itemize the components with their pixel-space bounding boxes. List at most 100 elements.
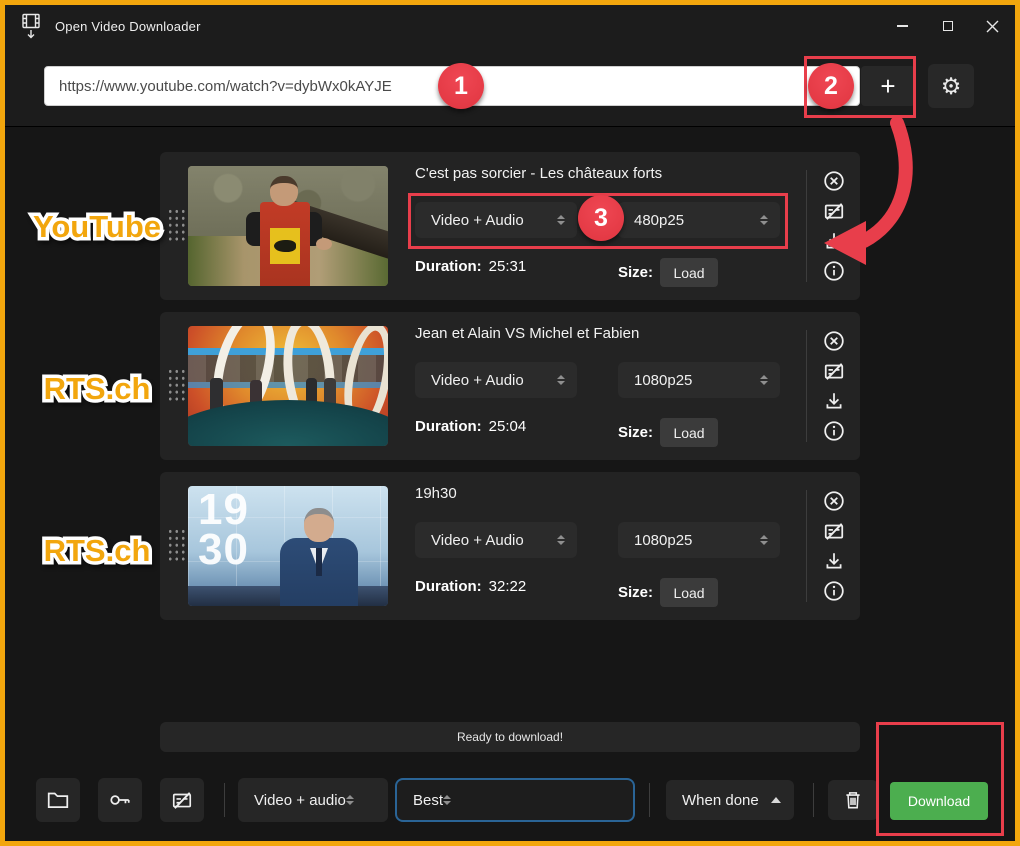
thumb-art bbox=[316, 238, 332, 250]
duration-value: 25:31 bbox=[489, 258, 527, 275]
toolbar-divider bbox=[649, 783, 650, 817]
load-size-button[interactable]: Load bbox=[660, 418, 718, 447]
video-thumbnail: 19 30 bbox=[188, 486, 388, 606]
card-divider bbox=[806, 170, 807, 282]
global-format-value: Video + audio bbox=[254, 792, 346, 809]
quality-select[interactable]: 1080p25 bbox=[618, 522, 780, 558]
thumb-art bbox=[316, 548, 322, 576]
when-done-menu[interactable]: When done bbox=[666, 780, 794, 820]
load-size-button[interactable]: Load bbox=[660, 578, 718, 607]
window-controls bbox=[880, 5, 1015, 47]
format-select[interactable]: Video + Audio bbox=[415, 202, 577, 238]
format-select[interactable]: Video + Audio bbox=[415, 522, 577, 558]
select-arrows-icon bbox=[760, 535, 768, 545]
subtitles-toggle-button[interactable] bbox=[819, 516, 849, 546]
subtitles-toggle-button[interactable] bbox=[819, 196, 849, 226]
thumb-art bbox=[270, 176, 298, 206]
trash-icon bbox=[842, 789, 864, 811]
select-arrows-icon bbox=[557, 375, 565, 385]
download-item-button[interactable] bbox=[819, 226, 849, 256]
close-icon bbox=[986, 20, 999, 33]
remove-item-button[interactable] bbox=[819, 486, 849, 516]
remove-item-button[interactable] bbox=[819, 166, 849, 196]
global-format-select[interactable]: Video + audio bbox=[238, 778, 388, 822]
duration-value: 32:22 bbox=[489, 578, 527, 595]
card-actions bbox=[813, 486, 855, 606]
card-divider bbox=[806, 490, 807, 602]
settings-button[interactable]: ⚙ bbox=[928, 64, 974, 108]
url-input[interactable] bbox=[44, 66, 860, 106]
quality-select[interactable]: 480p25 bbox=[618, 202, 780, 238]
thumb-logo-line: 30 bbox=[198, 530, 249, 570]
thumb-art bbox=[188, 400, 388, 446]
minimize-icon bbox=[897, 25, 908, 27]
info-button[interactable] bbox=[819, 416, 849, 446]
quality-select-value: 480p25 bbox=[634, 212, 760, 229]
info-button[interactable] bbox=[819, 576, 849, 606]
thumb-art bbox=[274, 240, 296, 252]
thumb-logo-line: 19 bbox=[198, 490, 249, 530]
format-select-value: Video + Audio bbox=[431, 532, 557, 549]
add-url-button[interactable]: + bbox=[861, 66, 915, 106]
format-select[interactable]: Video + Audio bbox=[415, 362, 577, 398]
quality-select-value: 1080p25 bbox=[634, 532, 760, 549]
load-size-button[interactable]: Load bbox=[660, 258, 718, 287]
download-all-button[interactable]: Download bbox=[890, 782, 988, 820]
select-arrows-icon bbox=[443, 795, 451, 805]
size-label: Size: bbox=[618, 424, 653, 441]
queue-item-rts-1: Jean et Alain VS Michel et Fabien Video … bbox=[160, 312, 860, 460]
quality-select[interactable]: 1080p25 bbox=[618, 362, 780, 398]
drag-handle-icon[interactable] bbox=[167, 528, 187, 562]
subtitles-off-icon bbox=[823, 360, 845, 382]
video-title: C'est pas sorcier - Les châteaux forts bbox=[415, 165, 662, 182]
duration-row: Duration: 32:22 bbox=[415, 578, 526, 595]
card-actions bbox=[813, 326, 855, 446]
info-button[interactable] bbox=[819, 256, 849, 286]
drag-handle-icon[interactable] bbox=[167, 368, 187, 402]
info-icon bbox=[823, 420, 845, 442]
card-divider bbox=[806, 330, 807, 442]
card-actions bbox=[813, 166, 855, 286]
video-title: Jean et Alain VS Michel et Fabien bbox=[415, 325, 639, 342]
global-quality-value: Best bbox=[413, 792, 443, 809]
app-film-download-icon bbox=[19, 12, 43, 40]
size-row: Size: Load bbox=[618, 418, 718, 447]
remove-item-button[interactable] bbox=[819, 326, 849, 356]
global-quality-select[interactable]: Best bbox=[395, 778, 635, 822]
select-arrows-icon bbox=[760, 375, 768, 385]
subtitles-off-icon bbox=[171, 789, 193, 811]
quality-select-value: 1080p25 bbox=[634, 372, 760, 389]
x-circle-icon bbox=[823, 490, 845, 512]
gear-icon: ⚙ bbox=[941, 73, 962, 100]
minimize-button[interactable] bbox=[880, 5, 925, 47]
global-subtitles-button[interactable] bbox=[160, 778, 204, 822]
select-arrows-icon bbox=[346, 795, 354, 805]
download-icon bbox=[823, 550, 845, 572]
close-button[interactable] bbox=[970, 5, 1015, 47]
format-select-value: Video + Audio bbox=[431, 212, 557, 229]
clear-queue-button[interactable] bbox=[828, 780, 878, 820]
format-select-value: Video + Audio bbox=[431, 372, 557, 389]
toolbar-divider bbox=[224, 783, 225, 817]
subtitles-off-icon bbox=[823, 200, 845, 222]
authentication-button[interactable] bbox=[98, 778, 142, 822]
download-icon bbox=[823, 390, 845, 412]
download-icon bbox=[823, 230, 845, 252]
download-item-button[interactable] bbox=[819, 386, 849, 416]
size-label: Size: bbox=[618, 264, 653, 281]
drag-handle-icon[interactable] bbox=[167, 208, 187, 242]
duration-row: Duration: 25:04 bbox=[415, 418, 526, 435]
maximize-button[interactable] bbox=[925, 5, 970, 47]
size-label: Size: bbox=[618, 584, 653, 601]
thumb-show-logo: 19 30 bbox=[198, 490, 249, 571]
video-thumbnail bbox=[188, 166, 388, 286]
folder-icon bbox=[46, 789, 70, 811]
duration-row: Duration: 25:31 bbox=[415, 258, 526, 275]
maximize-icon bbox=[943, 21, 953, 31]
subtitles-toggle-button[interactable] bbox=[819, 356, 849, 386]
info-icon bbox=[823, 580, 845, 602]
size-row: Size: Load bbox=[618, 258, 718, 287]
download-item-button[interactable] bbox=[819, 546, 849, 576]
open-folder-button[interactable] bbox=[36, 778, 80, 822]
status-bar: Ready to download! bbox=[160, 722, 860, 752]
